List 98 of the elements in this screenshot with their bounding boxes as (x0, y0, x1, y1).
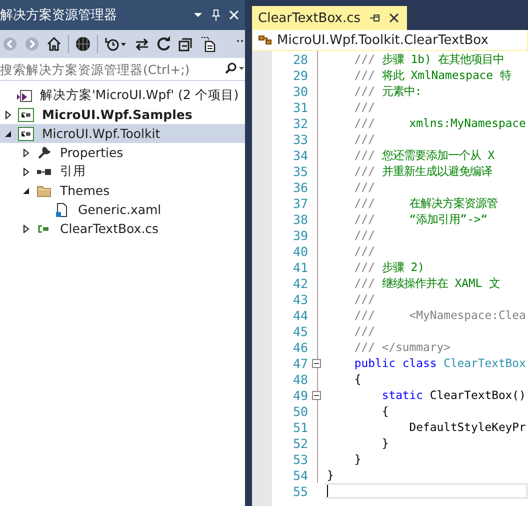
line-number: 33 (292, 132, 308, 146)
wrench-icon (36, 144, 52, 160)
code-line: static ClearTextBox() (380, 388, 526, 402)
sync-arrows-icon[interactable] (134, 36, 150, 52)
line-number: 34 (292, 148, 308, 162)
dropdown-icon[interactable] (193, 10, 203, 20)
globe-icon[interactable] (75, 36, 91, 52)
collapse-arrow-icon[interactable] (3, 128, 13, 138)
item-label: 引用 (59, 163, 86, 180)
code-line: /// (353, 292, 376, 306)
code-line: /// (353, 100, 376, 114)
line-number: 41 (292, 260, 308, 274)
history-icon[interactable] (104, 36, 128, 52)
code-line: /// 步骤 2) (353, 260, 424, 274)
panel-title: 解决方案资源管理器 (0, 7, 118, 24)
code-line: /// 将此 XmlNamespace 特 (353, 68, 511, 82)
class-name: MicroUI.Wpf.Toolkit.ClearTextBox (277, 32, 488, 48)
code-line: /// (353, 180, 376, 194)
tree-item[interactable]: 引用 (0, 162, 245, 181)
fold-collapse-icon[interactable] (312, 390, 321, 400)
line-number: 49 (292, 388, 308, 402)
item-label: MicroUI.Wpf.Samples (41, 107, 192, 122)
code-line: /// (353, 244, 376, 258)
line-number: 51 (292, 420, 308, 434)
refresh-icon[interactable] (156, 36, 172, 52)
line-number: 53 (292, 452, 308, 466)
line-number: 47 (292, 356, 308, 370)
code-line: /// </summary> (353, 340, 450, 354)
search-icon[interactable] (223, 62, 245, 76)
line-number: 50 (292, 404, 308, 418)
collapse-all-icon[interactable] (178, 36, 194, 52)
code-line: /// (353, 228, 376, 242)
tree-item[interactable]: MicroUI.Wpf.Samples (0, 105, 245, 124)
line-number: 32 (292, 116, 308, 130)
item-label: ClearTextBox.cs (59, 221, 159, 236)
line-number: 31 (292, 100, 308, 114)
code-line: /// “添加引用”->“ (353, 212, 488, 226)
document-tab[interactable]: ClearTextBox.cs (252, 6, 407, 30)
xaml-file-icon (54, 202, 70, 218)
code-line: /// 并重新生成以避免编译 (353, 164, 492, 178)
code-line: } (326, 468, 334, 482)
code-line: { (380, 404, 389, 418)
line-number: 30 (292, 84, 308, 98)
line-number: 48 (292, 372, 308, 386)
line-number: 29 (292, 68, 308, 82)
fold-collapse-icon[interactable] (312, 358, 321, 368)
solution-icon (16, 88, 32, 104)
line-number: 43 (292, 292, 308, 306)
code-line: /// (353, 324, 376, 338)
line-number: 37 (292, 196, 308, 210)
code-line: public class ClearTextBox (353, 356, 526, 370)
line-number: 39 (292, 228, 308, 242)
line-number: 35 (292, 164, 308, 178)
item-label: 解决方案'MicroUI.Wpf' (2 个项目) (39, 87, 239, 104)
line-number: 52 (292, 436, 308, 450)
tree-item[interactable]: Themes (0, 181, 245, 200)
code-line: } (353, 452, 362, 466)
expand-arrow-icon[interactable] (3, 110, 13, 120)
tree-item[interactable]: Generic.xaml (0, 200, 245, 219)
item-label: Properties (59, 145, 124, 160)
code-line: /// <MyNamespace:Clea (353, 308, 526, 322)
code-line: /// 您还需要添加一个从 X (353, 148, 495, 162)
pin-icon[interactable] (368, 13, 381, 23)
line-number: 54 (292, 468, 308, 482)
line-number: 40 (292, 244, 308, 258)
item-label: Themes (59, 183, 110, 198)
code-line: /// 步骤 1b) 在其他项目中 (353, 52, 504, 66)
code-line: } (380, 436, 389, 450)
csharp-project-icon (18, 126, 34, 142)
line-number: 42 (292, 276, 308, 290)
item-label: MicroUI.Wpf.Toolkit (41, 126, 160, 141)
navigation-bar[interactable]: MicroUI.Wpf.Toolkit.ClearTextBox (252, 30, 528, 51)
csharp-project-icon (18, 106, 34, 122)
code-line: /// 元素中: (353, 84, 422, 98)
expand-arrow-icon[interactable] (21, 224, 31, 234)
tree-item[interactable]: Properties (0, 143, 245, 162)
item-label: Generic.xaml (77, 202, 162, 217)
code-line: { (353, 372, 362, 386)
tree-item[interactable]: MicroUI.Wpf.Toolkit (0, 124, 245, 143)
home-icon[interactable] (46, 36, 62, 52)
line-number: 36 (292, 180, 308, 194)
line-number: 38 (292, 212, 308, 226)
tree-item[interactable]: ClearTextBox.cs (0, 219, 245, 238)
code-line: /// 继续操作并在 XAML 文 (353, 276, 500, 290)
close-icon[interactable] (388, 13, 399, 23)
code-line: /// 在解决方案资源管 (353, 196, 498, 210)
code-line: /// (353, 132, 376, 146)
code-line: DefaultStyleKeyPr (408, 420, 526, 434)
collapse-arrow-icon[interactable] (21, 186, 31, 196)
tree-item[interactable]: 解决方案'MicroUI.Wpf' (2 个项目) (0, 86, 245, 105)
code-line: /// xmlns:MyNamespace (353, 116, 526, 130)
line-number: 45 (292, 324, 308, 338)
line-number: 55 (292, 484, 308, 498)
show-all-files-icon[interactable] (200, 36, 216, 52)
line-number: 28 (292, 52, 308, 66)
text-caret (327, 484, 328, 498)
line-number: 46 (292, 340, 308, 354)
line-number: 44 (292, 308, 308, 322)
